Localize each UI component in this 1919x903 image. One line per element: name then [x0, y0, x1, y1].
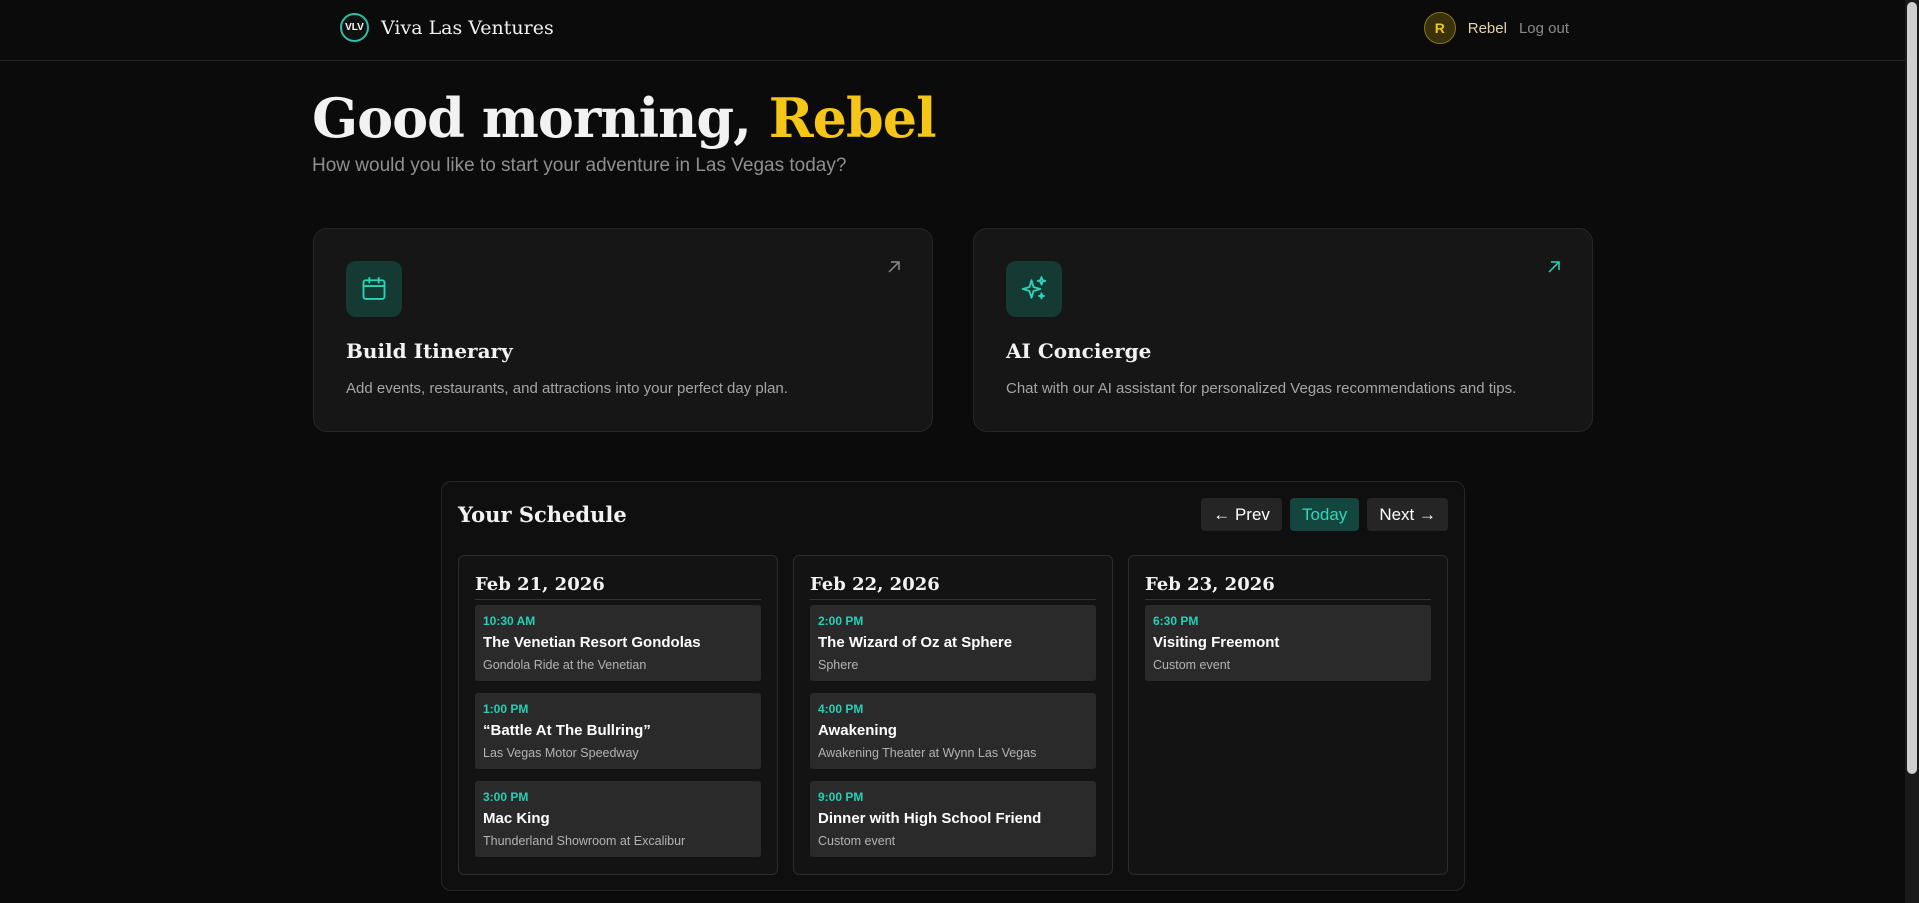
card-title: Build Itinerary — [346, 339, 513, 363]
day-date: Feb 21, 2026 — [475, 574, 761, 600]
event-name: Awakening — [818, 722, 897, 739]
sparkles-icon — [1006, 261, 1062, 317]
event-venue: Awakening Theater at Wynn Las Vegas — [818, 746, 1037, 760]
calendar-icon — [346, 261, 402, 317]
avatar[interactable]: R — [1423, 12, 1456, 44]
greeting-name: Rebel — [768, 86, 937, 150]
event-venue: Custom event — [818, 834, 896, 848]
event-time: 10:30 AM — [483, 614, 536, 628]
event-card[interactable]: 6:30 PM Visiting Freemont Custom event — [1145, 605, 1431, 681]
next-button[interactable]: Next → — [1367, 498, 1448, 531]
day-column: Feb 23, 2026 6:30 PM Visiting Freemont C… — [1128, 555, 1448, 875]
ai-concierge-card[interactable]: AI Concierge Chat with our AI assistant … — [973, 228, 1593, 432]
event-name: The Venetian Resort Gondolas — [483, 634, 701, 651]
event-name: Dinner with High School Friend — [818, 810, 1042, 827]
schedule-nav: ← Prev Today Next → — [1201, 498, 1448, 531]
card-description: Add events, restaurants, and attractions… — [346, 380, 788, 397]
brand-logo[interactable]: VLV — [340, 13, 369, 42]
event-card[interactable]: 3:00 PM Mac King Thunderland Showroom at… — [475, 781, 761, 857]
event-time: 3:00 PM — [483, 790, 529, 804]
event-card[interactable]: 4:00 PM Awakening Awakening Theater at W… — [810, 693, 1096, 769]
event-name: “Battle At The Bullring” — [483, 722, 651, 739]
event-name: The Wizard of Oz at Sphere — [818, 634, 1013, 651]
greeting-subtitle: How would you like to start your adventu… — [312, 155, 847, 176]
day-date: Feb 23, 2026 — [1145, 574, 1431, 600]
event-time: 2:00 PM — [818, 614, 864, 628]
event-time: 4:00 PM — [818, 702, 864, 716]
event-card[interactable]: 9:00 PM Dinner with High School Friend C… — [810, 781, 1096, 857]
event-venue: Thunderland Showroom at Excalibur — [483, 834, 686, 848]
event-card[interactable]: 1:00 PM “Battle At The Bullring” Las Veg… — [475, 693, 761, 769]
event-venue: Sphere — [818, 658, 859, 672]
prev-button[interactable]: ← Prev — [1201, 498, 1282, 531]
brand-name[interactable]: Viva Las Ventures — [381, 17, 554, 39]
greeting-heading: Good morning, Rebel — [312, 86, 937, 150]
schedule-panel: Your Schedule ← Prev Today Next → Feb 21… — [441, 481, 1465, 891]
event-time: 9:00 PM — [818, 790, 864, 804]
username[interactable]: Rebel — [1468, 20, 1507, 37]
schedule-title: Your Schedule — [458, 502, 627, 527]
event-name: Mac King — [483, 810, 550, 827]
event-venue: Custom event — [1153, 658, 1231, 672]
logout-link[interactable]: Log out — [1519, 20, 1569, 37]
arrow-up-right-icon — [886, 259, 902, 280]
event-name: Visiting Freemont — [1153, 634, 1280, 651]
brand[interactable]: VLV Viva Las Ventures — [340, 13, 554, 42]
build-itinerary-card[interactable]: Build Itinerary Add events, restaurants,… — [313, 228, 933, 432]
top-bar: VLV Viva Las Ventures R Rebel Log out — [0, 0, 1905, 61]
event-card[interactable]: 2:00 PM The Wizard of Oz at Sphere Spher… — [810, 605, 1096, 681]
scrollbar-thumb[interactable] — [1907, 2, 1917, 774]
event-venue: Gondola Ride at the Venetian — [483, 658, 647, 672]
scrollbar[interactable] — [1905, 0, 1919, 903]
card-title: AI Concierge — [1006, 339, 1152, 363]
day-column: Feb 21, 2026 10:30 AM The Venetian Resor… — [458, 555, 778, 875]
day-column: Feb 22, 2026 2:00 PM The Wizard of Oz at… — [793, 555, 1113, 875]
day-date: Feb 22, 2026 — [810, 574, 1096, 600]
event-venue: Las Vegas Motor Speedway — [483, 746, 639, 760]
event-time: 6:30 PM — [1153, 614, 1199, 628]
event-card[interactable]: 10:30 AM The Venetian Resort Gondolas Go… — [475, 605, 761, 681]
card-description: Chat with our AI assistant for personali… — [1006, 380, 1517, 397]
today-button[interactable]: Today — [1289, 498, 1360, 531]
event-time: 1:00 PM — [483, 702, 529, 716]
user-menu: R Rebel Log out — [1423, 12, 1569, 44]
arrow-up-right-icon — [1546, 259, 1562, 280]
greeting-prefix: Good morning, — [312, 86, 752, 150]
